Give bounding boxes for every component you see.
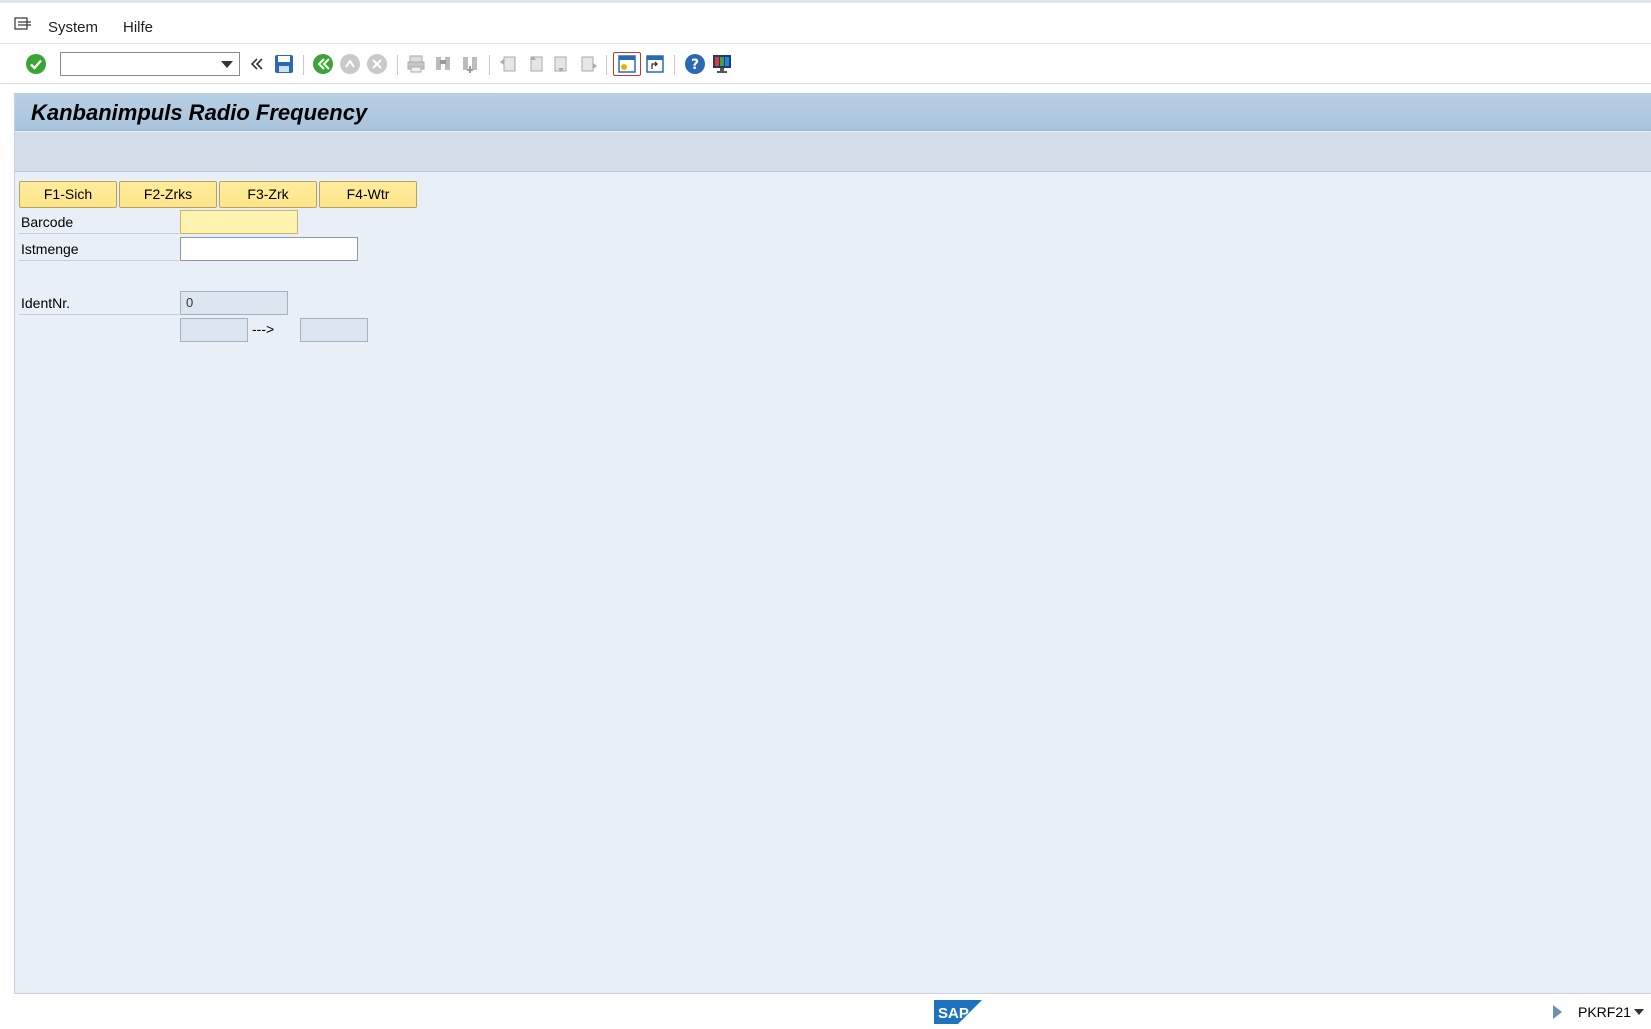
identnr-label: IdentNr. [21, 295, 71, 311]
save-icon[interactable] [272, 52, 296, 76]
title-bar: Kanbanimpuls Radio Frequency [15, 93, 1651, 131]
exit-icon[interactable] [338, 52, 362, 76]
f4-wtr-button[interactable]: F4-Wtr [319, 181, 417, 208]
sap-logo: SAP [934, 1000, 982, 1029]
new-session-icon[interactable] [613, 52, 641, 76]
find-next-icon[interactable] [458, 52, 482, 76]
svg-text:?: ? [691, 57, 699, 73]
menu-bar: System Hilfe [0, 0, 1651, 44]
collapse-icon[interactable] [245, 52, 269, 76]
svg-text:SAP: SAP [938, 1005, 969, 1022]
standard-toolbar: ? [0, 44, 1651, 84]
back-icon[interactable] [311, 52, 335, 76]
help-icon[interactable]: ? [683, 52, 707, 76]
system-info-dropdown-icon[interactable] [1634, 1009, 1644, 1015]
range-from-field [180, 318, 248, 342]
first-page-icon[interactable] [496, 52, 520, 76]
range-arrow: ---> [252, 321, 275, 337]
cancel-icon[interactable] [365, 52, 389, 76]
identnr-label-underline [19, 314, 179, 315]
barcode-label: Barcode [21, 214, 74, 230]
last-page-icon[interactable] [577, 52, 601, 76]
f3-zrk-button[interactable]: F3-Zrk [219, 181, 317, 208]
enter-icon[interactable] [24, 52, 48, 76]
istmenge-input[interactable] [180, 237, 358, 261]
f1-sich-button[interactable]: F1-Sich [19, 181, 117, 208]
f2-zrks-button[interactable]: F2-Zrks [119, 181, 217, 208]
next-page-icon[interactable] [550, 52, 574, 76]
print-icon[interactable] [404, 52, 428, 76]
transaction-code: PKRF21 [1578, 1004, 1631, 1020]
barcode-label-underline [19, 233, 179, 234]
menu-icon[interactable] [14, 16, 32, 32]
istmenge-label-underline [19, 260, 179, 261]
menu-item-system[interactable]: System [48, 19, 98, 36]
application-toolbar [15, 132, 1651, 172]
range-to-field [300, 318, 368, 342]
page-title: Kanbanimpuls Radio Frequency [31, 100, 368, 125]
identnr-field: 0 [180, 291, 288, 315]
find-icon[interactable] [431, 52, 455, 76]
barcode-input[interactable] [180, 210, 298, 234]
command-field[interactable] [60, 52, 240, 76]
status-bar: SAP PKRF21 [0, 995, 1651, 1029]
command-dropdown-icon[interactable] [221, 61, 233, 68]
customize-layout-icon[interactable] [710, 52, 734, 76]
istmenge-label: Istmenge [21, 241, 79, 257]
status-expand-icon[interactable] [1553, 1005, 1562, 1019]
previous-page-icon[interactable] [523, 52, 547, 76]
create-shortcut-icon[interactable] [643, 52, 667, 76]
work-area: Kanbanimpuls Radio Frequency F1-Sich F2-… [14, 93, 1651, 994]
menu-item-hilfe[interactable]: Hilfe [123, 19, 153, 36]
